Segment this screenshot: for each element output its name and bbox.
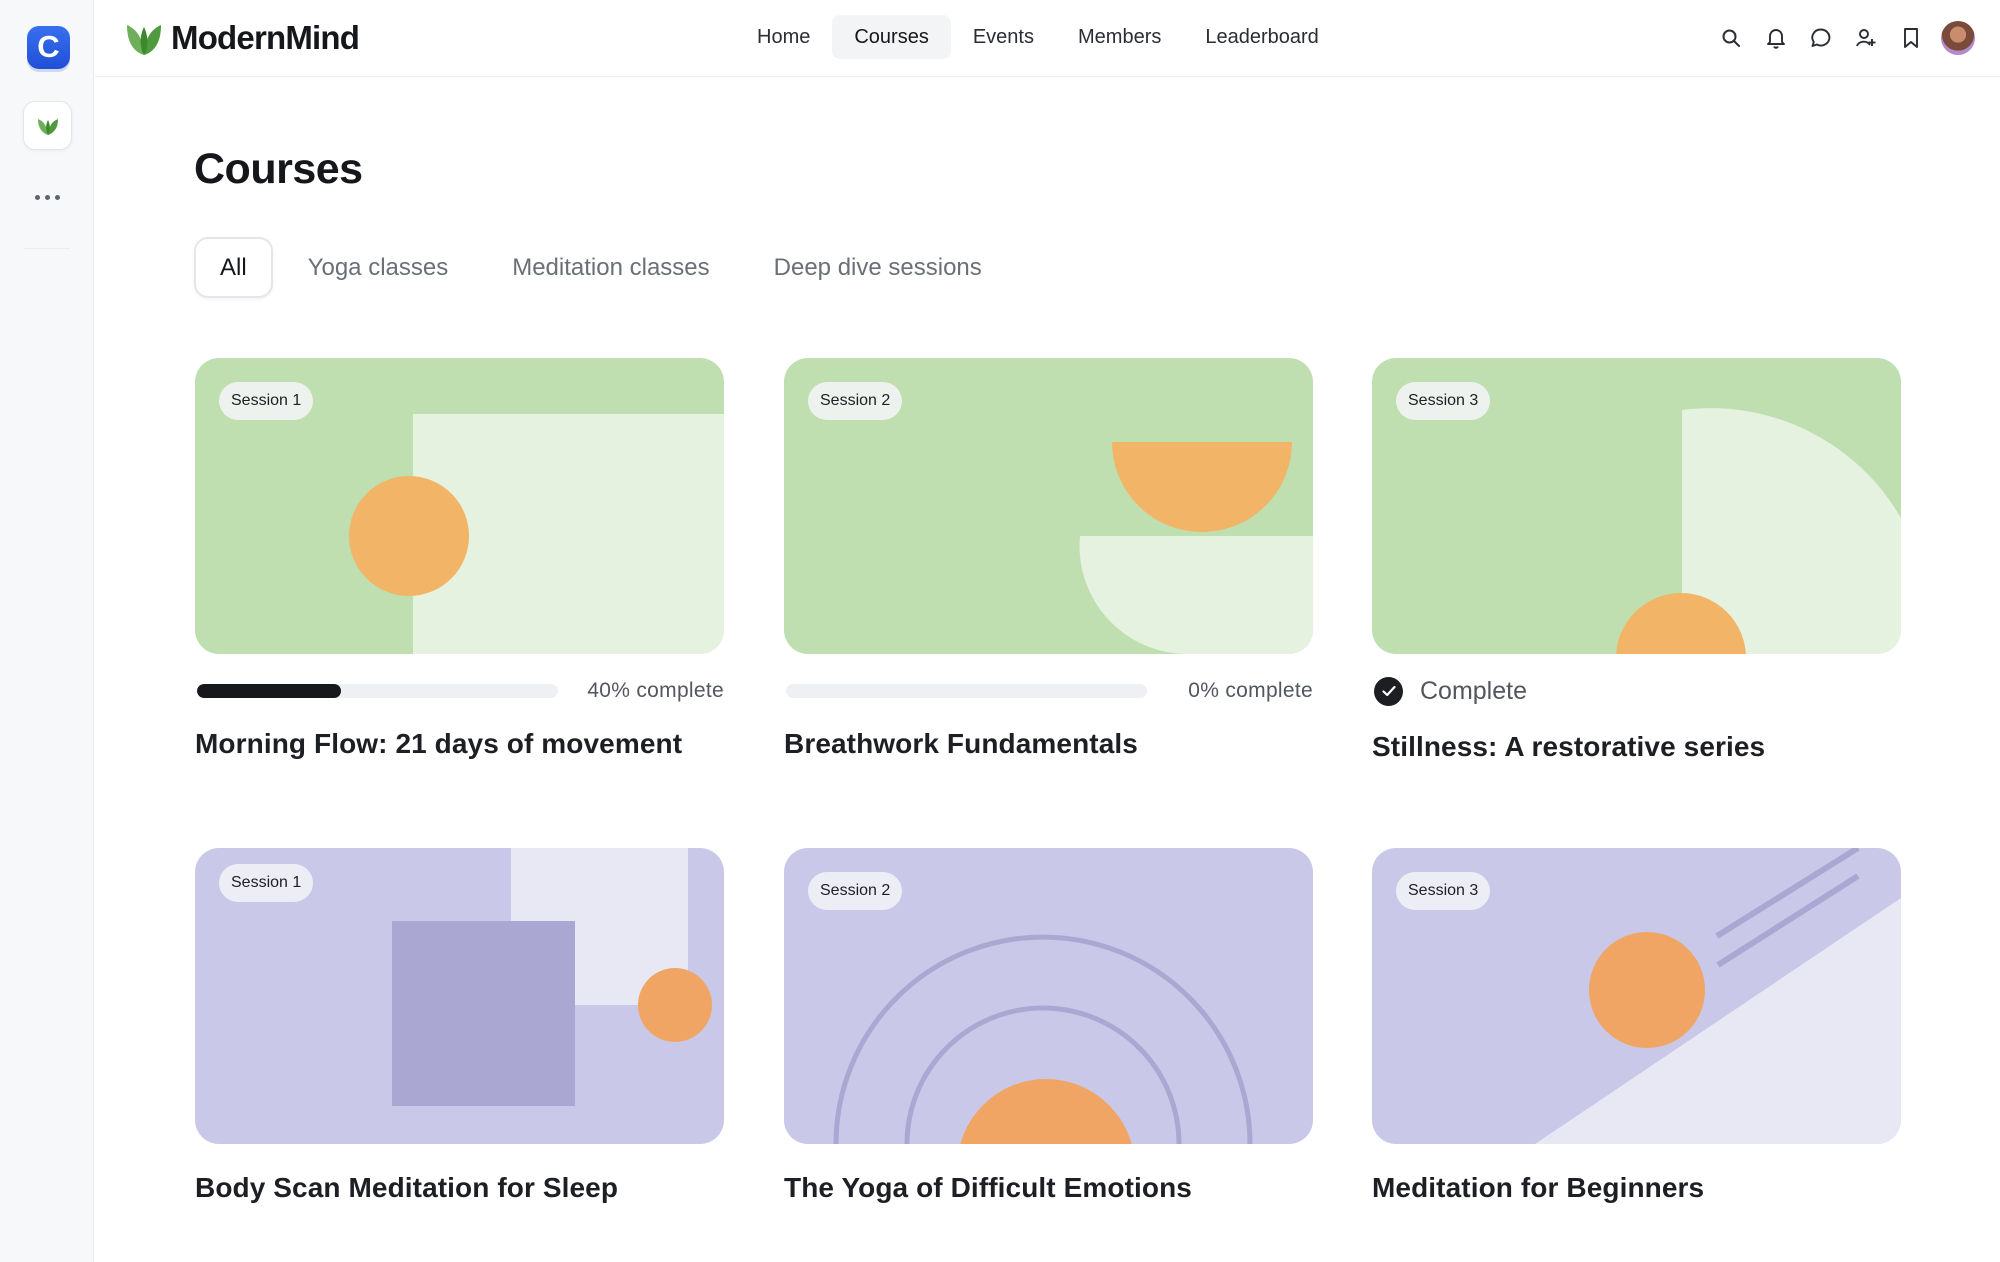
bookmark-icon[interactable] xyxy=(1894,20,1927,56)
session-badge: Session 2 xyxy=(808,382,903,420)
main-nav: Home Courses Events Members Leaderboard xyxy=(735,15,1341,59)
progress-bar xyxy=(197,684,558,698)
app-letter: C xyxy=(37,29,60,64)
completion-status: Complete xyxy=(1374,674,1527,708)
progress-bar xyxy=(786,684,1147,698)
community-app-icon[interactable]: C xyxy=(27,26,70,69)
course-card[interactable]: Session 3 Complete Stillness: A restorat… xyxy=(1372,358,1901,762)
progress-label: 0% complete xyxy=(1188,679,1313,702)
session-badge: Session 2 xyxy=(808,872,903,910)
tab-meditation-classes[interactable]: Meditation classes xyxy=(483,237,738,298)
nav-events[interactable]: Events xyxy=(951,15,1056,59)
more-horizontal-icon[interactable] xyxy=(30,182,64,212)
course-title[interactable]: Body Scan Meditation for Sleep xyxy=(195,1172,618,1204)
leaf-icon xyxy=(37,118,58,135)
course-thumbnail[interactable]: Session 3 xyxy=(1372,848,1901,1144)
progress-label: 40% complete xyxy=(587,679,724,702)
chat-icon[interactable] xyxy=(1804,20,1837,56)
progress-bar-fill xyxy=(197,684,342,698)
rail-divider xyxy=(24,248,70,249)
nav-members[interactable]: Members xyxy=(1056,15,1183,59)
tab-yoga-classes[interactable]: Yoga classes xyxy=(279,237,478,298)
course-title[interactable]: Stillness: A restorative series xyxy=(1372,731,1765,763)
course-thumbnail[interactable]: Session 2 xyxy=(784,848,1313,1144)
course-title[interactable]: Morning Flow: 21 days of movement xyxy=(195,728,682,760)
tab-deep-dive-sessions[interactable]: Deep dive sessions xyxy=(745,237,1011,298)
search-icon[interactable] xyxy=(1714,20,1747,56)
brand-name: ModernMind xyxy=(171,19,360,56)
course-thumbnail[interactable]: Session 2 xyxy=(784,358,1313,654)
nav-home[interactable]: Home xyxy=(735,15,832,59)
course-title[interactable]: Breathwork Fundamentals xyxy=(784,728,1138,760)
course-card[interactable]: Session 3 Meditation for Beginners xyxy=(1372,848,1901,1203)
header-tools xyxy=(1714,20,1975,56)
space-switcher-button[interactable] xyxy=(23,101,72,150)
course-title[interactable]: The Yoga of Difficult Emotions xyxy=(784,1172,1192,1204)
nav-courses[interactable]: Courses xyxy=(832,15,951,59)
nav-leaderboard[interactable]: Leaderboard xyxy=(1183,15,1340,59)
course-card[interactable]: Session 1 40% complete Morning Flow: 21 … xyxy=(195,358,724,759)
session-badge: Session 1 xyxy=(219,382,314,420)
bell-icon[interactable] xyxy=(1759,20,1792,56)
course-thumbnail[interactable]: Session 3 xyxy=(1372,358,1901,654)
left-rail: C xyxy=(0,0,94,1262)
brand-logo[interactable]: ModernMind xyxy=(125,18,360,58)
session-badge: Session 3 xyxy=(1396,872,1491,910)
session-badge: Session 3 xyxy=(1396,382,1491,420)
page-title: Courses xyxy=(194,145,363,193)
session-badge: Session 1 xyxy=(219,864,314,902)
course-card[interactable]: Session 2 0% complete Breathwork Fundame… xyxy=(784,358,1313,759)
course-title[interactable]: Meditation for Beginners xyxy=(1372,1172,1704,1204)
course-thumbnail[interactable]: Session 1 xyxy=(195,358,724,654)
course-card[interactable]: Session 1 Body Scan Meditation for Sleep xyxy=(195,848,724,1203)
tab-all[interactable]: All xyxy=(194,237,273,298)
top-header: ModernMind Home Courses Events Members L… xyxy=(95,0,2000,77)
course-card[interactable]: Session 2 The Yoga of Difficult Emotions xyxy=(784,848,1313,1203)
course-progress: 0% complete xyxy=(784,675,1313,707)
course-progress: 40% complete xyxy=(195,675,724,707)
course-filter-tabs: All Yoga classes Meditation classes Deep… xyxy=(194,237,1017,298)
user-avatar[interactable] xyxy=(1941,21,1975,55)
add-member-icon[interactable] xyxy=(1849,20,1882,56)
course-thumbnail[interactable]: Session 1 xyxy=(195,848,724,1144)
status-label: Complete xyxy=(1420,676,1527,705)
check-circle-icon xyxy=(1374,676,1403,706)
leaf-logo-icon xyxy=(127,25,161,55)
